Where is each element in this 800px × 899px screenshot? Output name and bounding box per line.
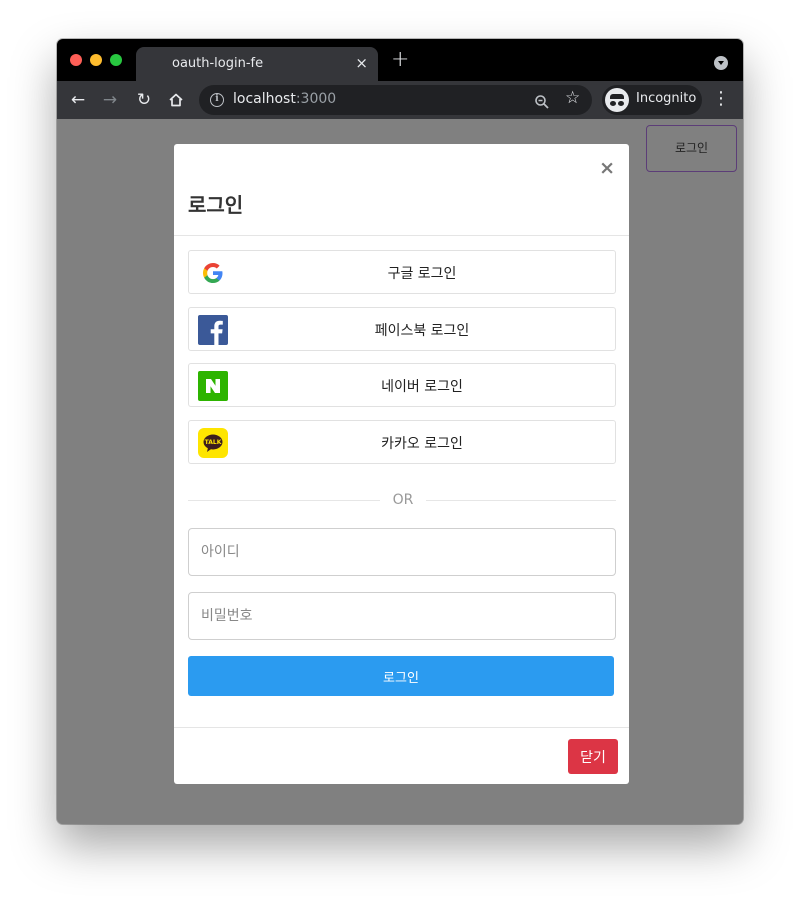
social-label: 구글 로그인 [387, 266, 457, 282]
forward-arrow-icon[interactable]: → [99, 89, 121, 111]
password-input[interactable] [188, 592, 616, 640]
facebook-icon [198, 315, 228, 345]
browser-menu-icon[interactable]: ⋮ [712, 88, 730, 110]
info-icon[interactable]: i [210, 93, 224, 107]
url-port: :3000 [295, 91, 337, 107]
header-login-button[interactable]: 로그인 [646, 125, 737, 172]
modal-close-button[interactable]: 닫기 [568, 739, 618, 774]
new-tab-icon[interactable]: + [391, 49, 409, 71]
close-window-button[interactable] [70, 54, 82, 66]
svg-text:TALK: TALK [205, 439, 222, 446]
social-label: 카카오 로그인 [381, 436, 463, 452]
modal-title: 로그인 [188, 193, 244, 217]
google-icon [203, 263, 223, 283]
page-viewport: 로그인 × 로그인 구글 로그인 페이스북 로그인 네이버 로그인 TALK 카… [57, 119, 743, 824]
maximize-window-button[interactable] [110, 54, 122, 66]
social-label: 페이스북 로그인 [374, 323, 470, 339]
tab-bar: oauth-login-fe × + [57, 39, 743, 81]
back-arrow-icon[interactable]: ← [67, 89, 89, 111]
naver-login-button[interactable]: 네이버 로그인 [188, 363, 616, 407]
minimize-window-button[interactable] [90, 54, 102, 66]
url-text: localhost:3000 [233, 91, 336, 107]
modal-footer-divider [174, 727, 629, 728]
or-divider: OR [188, 490, 616, 510]
tab-title: oauth-login-fe [172, 56, 264, 71]
incognito-indicator[interactable]: Incognito [602, 85, 702, 115]
id-input[interactable] [188, 528, 616, 576]
reload-icon[interactable]: ↻ [133, 89, 155, 111]
kakao-icon: TALK [198, 428, 228, 458]
browser-toolbar: ← → ↻ i localhost:3000 ☆ Incognito ⋮ [57, 81, 743, 119]
modal-header-divider [174, 235, 629, 236]
kakao-login-button[interactable]: TALK 카카오 로그인 [188, 420, 616, 464]
or-line-right [426, 500, 616, 501]
facebook-login-button[interactable]: 페이스북 로그인 [188, 307, 616, 351]
browser-tab[interactable]: oauth-login-fe × [136, 47, 378, 81]
or-text: OR [392, 492, 414, 508]
bookmark-star-icon[interactable]: ☆ [565, 88, 580, 108]
browser-window: oauth-login-fe × + ← → ↻ i localhost:300… [57, 39, 743, 824]
home-icon[interactable] [165, 89, 187, 114]
incognito-label: Incognito [636, 91, 697, 106]
naver-icon [198, 371, 228, 401]
zoom-icon[interactable] [534, 89, 550, 114]
login-modal: × 로그인 구글 로그인 페이스북 로그인 네이버 로그인 TALK 카카오 로… [174, 144, 629, 784]
google-login-button[interactable]: 구글 로그인 [188, 250, 616, 294]
or-line-left [188, 500, 380, 501]
url-host: localhost [233, 91, 296, 107]
incognito-icon [605, 88, 629, 112]
social-label: 네이버 로그인 [381, 379, 463, 395]
login-submit-button[interactable]: 로그인 [188, 656, 614, 696]
address-bar[interactable]: i localhost:3000 ☆ [199, 85, 592, 115]
tab-close-icon[interactable]: × [355, 54, 368, 72]
tab-search-icon[interactable] [714, 56, 728, 70]
modal-close-icon[interactable]: × [599, 158, 615, 178]
